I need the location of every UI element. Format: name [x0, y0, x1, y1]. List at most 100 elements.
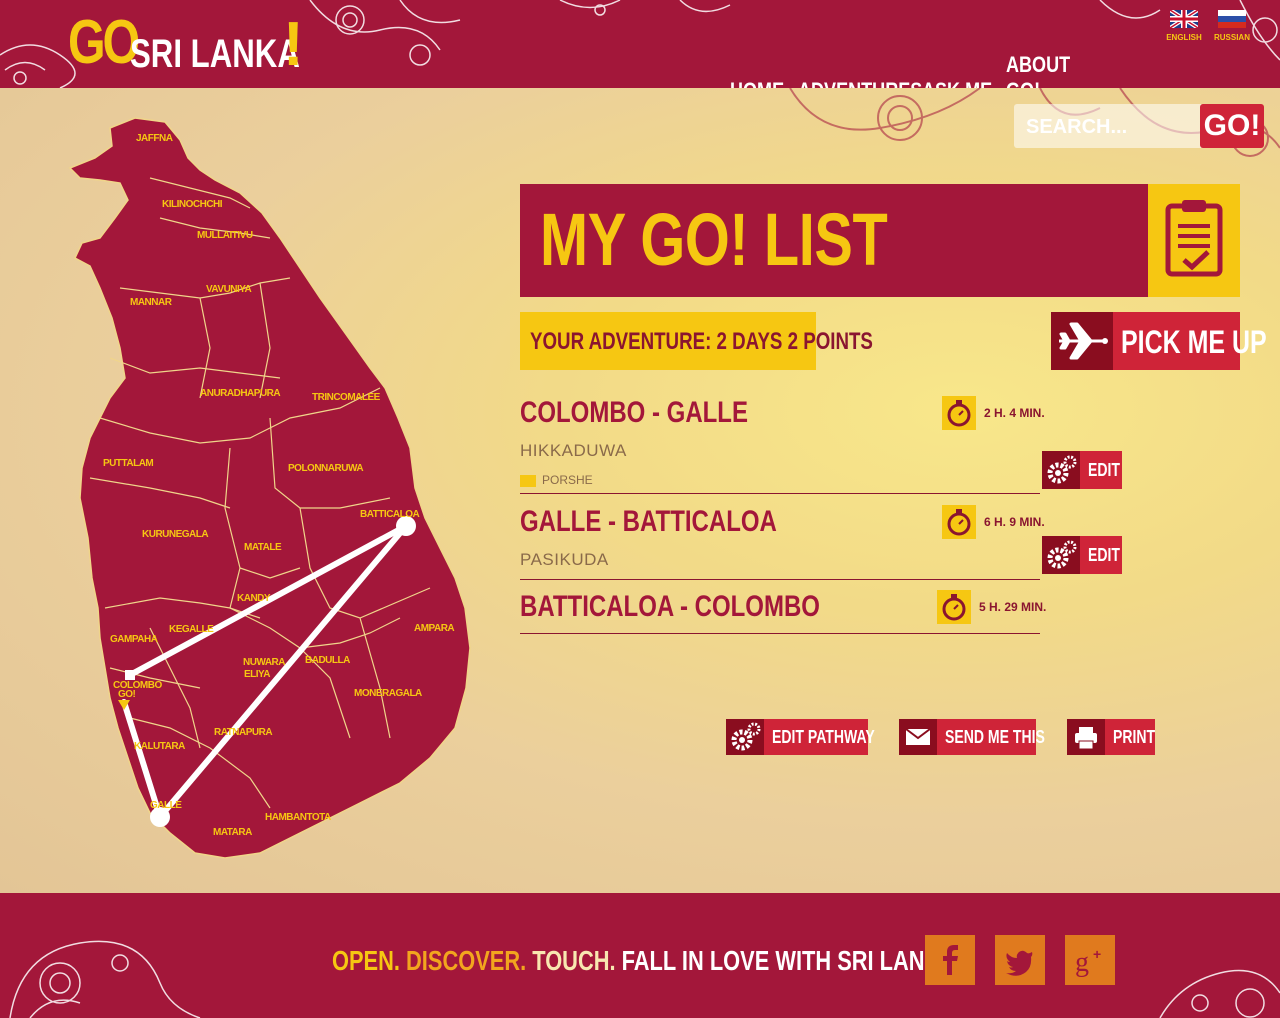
- search-input[interactable]: [1014, 104, 1198, 150]
- route-title: GALLE - BATTICALOA: [520, 505, 777, 538]
- facebook-button[interactable]: [925, 935, 975, 985]
- map-label-polonnaruwa: POLONNARUWA: [288, 463, 363, 474]
- map-label-kegalle: KEGALLE: [169, 624, 214, 635]
- gear-icon: [1042, 536, 1080, 574]
- svg-text:+: +: [1093, 946, 1101, 962]
- uk-flag-icon: [1170, 10, 1198, 28]
- edit-route-button[interactable]: EDIT: [1042, 451, 1122, 489]
- pick-me-up-button[interactable]: PICK ME UP: [1051, 312, 1267, 370]
- russia-flag-icon: [1218, 10, 1246, 28]
- route-title: COLOMBO - GALLE: [520, 396, 748, 429]
- route-title: BATTICALOA - COLOMBO: [520, 590, 820, 623]
- nav-ask-me[interactable]: ASK ME: [922, 78, 993, 88]
- airplane-icon: [1059, 322, 1108, 360]
- map-label-eliya: ELIYA: [244, 669, 270, 680]
- gear-icon: [1042, 451, 1080, 489]
- route-car: PORSHE: [520, 473, 593, 487]
- go-list-title-block: MY GO! LIST: [520, 184, 1148, 297]
- map-label-kurunegala: KURUNEGALA: [142, 529, 208, 540]
- map-label-matale: MATALE: [244, 542, 282, 553]
- pick-me-up-label: PICK ME UP: [1121, 324, 1267, 360]
- stopwatch-icon: [937, 590, 971, 624]
- search-field[interactable]: [1014, 104, 1204, 150]
- map-label-hambantota: HAMBANTOTA: [265, 812, 331, 823]
- car-icon: [520, 474, 536, 487]
- map-label-mannar: MANNAR: [130, 297, 173, 308]
- route-stop: HIKKADUWA: [520, 441, 627, 460]
- logo-exclaim: !: [283, 10, 304, 79]
- nav-adventures[interactable]: ADVENTURES: [798, 78, 922, 88]
- adventure-summary-text: YOUR ADVENTURE: 2 DAYS 2 POINTS: [530, 328, 873, 355]
- route-duration: 5 H. 29 MIN.: [979, 600, 1047, 614]
- map-label-batticaloa: BATTICALOA: [360, 509, 420, 520]
- send-me-this-label: SEND ME THIS: [945, 727, 1045, 747]
- svg-text:g: g: [1075, 947, 1089, 978]
- map-label-kalutara: KALUTARA: [134, 741, 185, 752]
- print-button[interactable]: PRINT: [1067, 719, 1155, 755]
- main-content: GO! JAFFNA KILINOCHCHI MULLAITIVU MANNAR…: [0, 88, 1280, 893]
- map-label-galle: GALLE: [150, 800, 182, 811]
- route-car-label: PORSHE: [542, 473, 593, 487]
- map-label-mullaitivu: MULLAITIVU: [197, 230, 253, 241]
- envelope-icon: [899, 719, 937, 755]
- twitter-icon: [1006, 950, 1033, 976]
- google-plus-button[interactable]: g +: [1065, 935, 1115, 985]
- map-label-trincomalee: TRINCOMALEE: [312, 392, 381, 403]
- map-label-moneragala: MONERAGALA: [354, 688, 422, 699]
- slogan-fall-in-love: FALL IN LOVE WITH SRI LANKA: [621, 945, 957, 976]
- map-label-colombo: COLOMBO: [113, 680, 162, 691]
- map-label-anuradhapura: ANURADHAPURA: [200, 388, 280, 399]
- gear-icon: [726, 719, 764, 755]
- map-label-nuwara: NUWARA: [243, 657, 285, 668]
- adventure-summary: YOUR ADVENTURE: 2 DAYS 2 POINTS: [520, 312, 873, 370]
- route-stop: PASIKUDA: [520, 550, 609, 569]
- lang-russian[interactable]: RUSSIAN: [1212, 10, 1252, 42]
- colombo-point[interactable]: [125, 670, 135, 680]
- edit-route-button[interactable]: EDIT: [1042, 536, 1122, 574]
- send-me-this-button[interactable]: SEND ME THIS: [899, 719, 1045, 755]
- map-label-kilinochchi: KILINOCHCHI: [162, 199, 223, 210]
- logo-name: SRI LANKA: [130, 32, 300, 76]
- route-duration: 6 H. 9 MIN.: [984, 515, 1045, 529]
- lang-russian-label: RUSSIAN: [1213, 33, 1250, 42]
- map-label-ampara: AMPARA: [414, 623, 454, 634]
- map-label-kandy: KANDY: [237, 593, 271, 604]
- lang-english[interactable]: ENGLISH: [1164, 10, 1204, 42]
- map-label-ratnapura: RATNAPURA: [214, 727, 272, 738]
- slogan-discover: DISCOVER.: [406, 945, 527, 976]
- facebook-icon: [943, 945, 958, 975]
- clipboard-icon-box: [1148, 184, 1240, 297]
- edit-pathway-button[interactable]: EDIT PATHWAY: [726, 719, 875, 755]
- sri-lanka-map[interactable]: GO! JAFFNA KILINOCHCHI MULLAITIVU MANNAR…: [0, 88, 520, 878]
- twitter-button[interactable]: [995, 935, 1045, 985]
- search-go-button[interactable]: GO!: [1200, 104, 1264, 148]
- map-label-puttalam: PUTTALAM: [103, 458, 153, 469]
- stopwatch-icon: [942, 505, 976, 539]
- edit-label: EDIT: [1088, 545, 1120, 565]
- edit-label: EDIT: [1088, 460, 1120, 480]
- lang-english-label: ENGLISH: [1166, 33, 1202, 42]
- main-nav: HOME ADVENTURESASK ME ABOUT GO!: [730, 52, 1104, 88]
- nav-home[interactable]: HOME: [730, 78, 787, 88]
- printer-icon: [1067, 719, 1105, 755]
- google-plus-icon: g +: [1075, 946, 1101, 978]
- airplane-icon-box: [1051, 312, 1113, 370]
- slogan-open: OPEN.: [332, 945, 400, 976]
- footer-slogan: OPEN. DISCOVER. TOUCH. FALL IN LOVE WITH…: [332, 945, 956, 977]
- edit-pathway-label: EDIT PATHWAY: [772, 727, 875, 747]
- logo-go: GO: [68, 8, 140, 77]
- site-footer: OPEN. DISCOVER. TOUCH. FALL IN LOVE WITH…: [0, 893, 1280, 1018]
- print-label: PRINT: [1113, 727, 1156, 747]
- clipboard-icon: [1165, 200, 1223, 277]
- route-duration: 2 H. 4 MIN.: [984, 406, 1045, 420]
- slogan-touch: TOUCH.: [532, 945, 616, 976]
- page-title: MY GO! LIST: [540, 198, 888, 281]
- map-label-vavuniya: VAVUNIYA: [206, 284, 252, 295]
- map-label-gampaha: GAMPAHA: [110, 634, 158, 645]
- site-header: GO SRI LANKA ! ENGLISH RUSSIAN HOME ADVEN…: [0, 0, 1280, 88]
- map-label-matara: MATARA: [213, 827, 252, 838]
- map-label-badulla: BADULLA: [305, 655, 350, 666]
- map-label-jaffna: JAFFNA: [136, 133, 173, 144]
- stopwatch-icon: [942, 396, 976, 430]
- nav-about[interactable]: ABOUT GO!: [1006, 52, 1088, 88]
